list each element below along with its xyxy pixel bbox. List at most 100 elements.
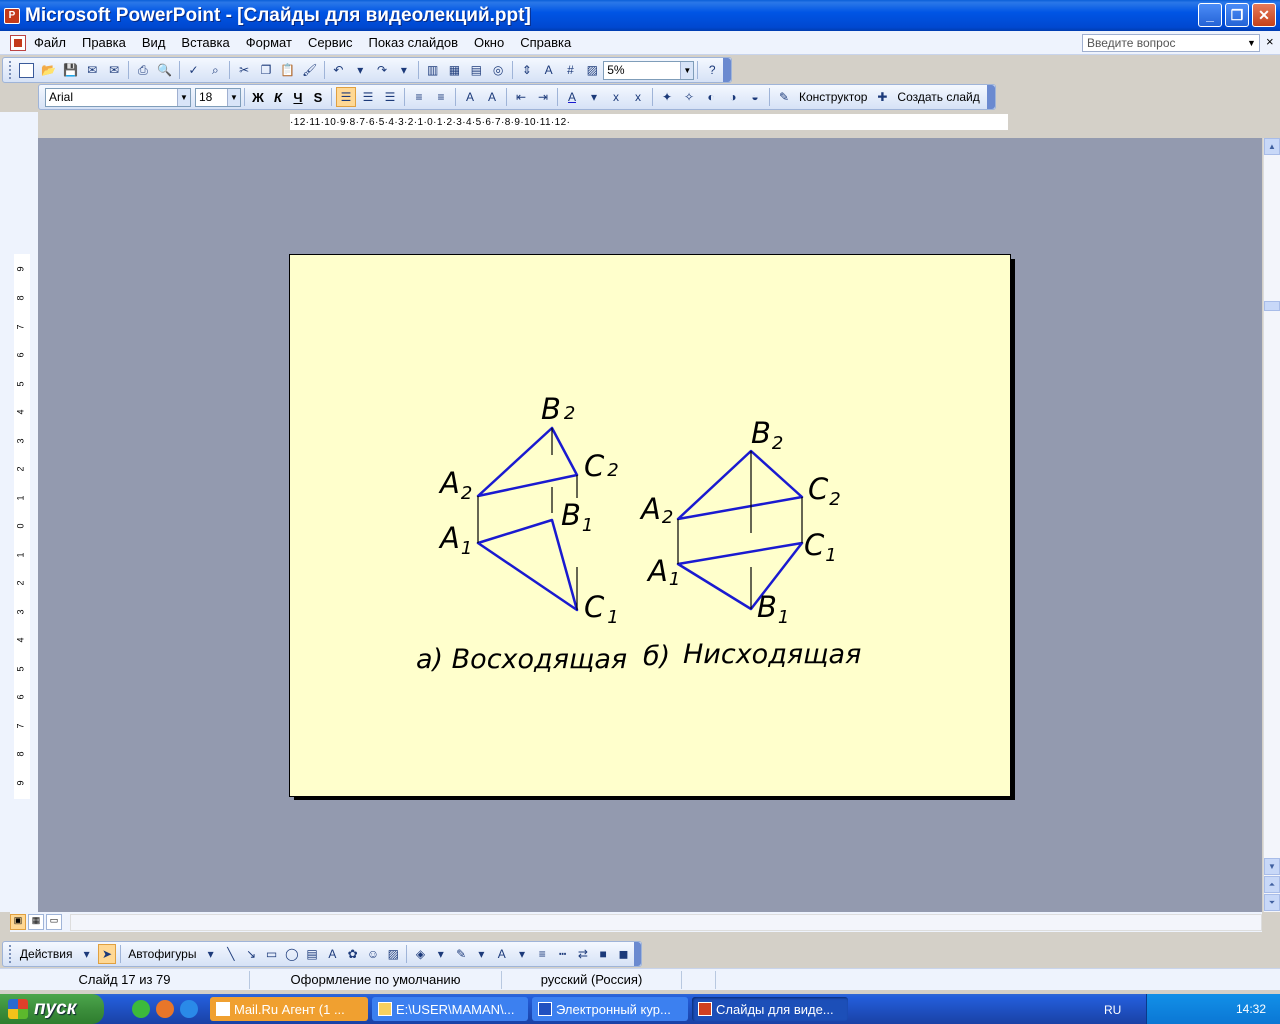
help-icon[interactable]: ? bbox=[702, 60, 722, 80]
paste-icon[interactable]: 📋 bbox=[278, 60, 298, 80]
shadow-button[interactable]: S bbox=[308, 90, 328, 105]
task-mailru[interactable]: Mail.Ru Агент (1 ... bbox=[210, 997, 368, 1021]
document-icon[interactable] bbox=[10, 34, 26, 51]
print-icon[interactable]: ⎙ bbox=[133, 60, 153, 80]
diagram-icon[interactable]: ✿ bbox=[344, 944, 362, 964]
open-icon[interactable]: 📂 bbox=[39, 60, 59, 80]
expand-all-icon[interactable]: ⇕ bbox=[517, 60, 537, 80]
zoom-dropdown-icon[interactable]: ▼ bbox=[680, 61, 694, 79]
help-dropdown-icon[interactable]: ▼ bbox=[1247, 38, 1256, 48]
custom-animation-icon[interactable]: ✧ bbox=[679, 87, 699, 107]
italic-button[interactable]: К bbox=[268, 90, 288, 105]
tables-borders-icon[interactable]: ▤ bbox=[466, 60, 486, 80]
subscript-icon[interactable]: x bbox=[606, 87, 626, 107]
dash-style-icon[interactable]: ┅ bbox=[553, 944, 571, 964]
insert-table-icon[interactable]: ▦ bbox=[445, 60, 465, 80]
hyperlink-icon[interactable]: ◎ bbox=[488, 60, 508, 80]
textbox-icon[interactable]: ▤ bbox=[303, 944, 321, 964]
clipart-icon[interactable]: ☺ bbox=[364, 944, 382, 964]
vertical-ruler[interactable]: 9 8 7 6 5 4 3 2 1 0 1 2 3 4 5 6 7 8 9 bbox=[14, 254, 30, 799]
font-select[interactable]: Arial ▼ bbox=[45, 87, 191, 107]
menu-view[interactable]: Вид bbox=[142, 35, 174, 50]
increase-font-icon[interactable]: A bbox=[460, 87, 480, 107]
actions-menu[interactable]: Действия bbox=[20, 947, 73, 961]
task-explorer[interactable]: E:\USER\MAMAN\... bbox=[372, 997, 528, 1021]
maximize-button[interactable]: ❐ bbox=[1225, 3, 1249, 27]
font-color-dropdown-icon[interactable]: ▾ bbox=[584, 87, 604, 107]
spelling-icon[interactable]: ✓ bbox=[184, 60, 204, 80]
show-grid-icon[interactable]: # bbox=[561, 60, 581, 80]
save-icon[interactable]: 💾 bbox=[61, 60, 81, 80]
toolbar-options-icon[interactable] bbox=[723, 58, 732, 82]
record-icon[interactable]: ◒ bbox=[745, 87, 765, 107]
cut-icon[interactable]: ✂ bbox=[234, 60, 254, 80]
designer-icon[interactable]: ✎ bbox=[774, 87, 794, 107]
language-status[interactable]: русский (Россия) bbox=[502, 970, 682, 989]
scroll-up-icon[interactable]: ▲ bbox=[1264, 138, 1280, 155]
decrease-font-icon[interactable]: A bbox=[482, 87, 502, 107]
fill-color-dropdown-icon[interactable]: ▾ bbox=[432, 944, 450, 964]
align-right-icon[interactable]: ☰ bbox=[380, 87, 400, 107]
vertical-scrollbar[interactable]: ▲ ▼ ⏶ ⏷ bbox=[1263, 138, 1280, 912]
line-color-icon[interactable]: ✎ bbox=[452, 944, 470, 964]
rectangle-icon[interactable]: ▭ bbox=[262, 944, 280, 964]
new-slide-button[interactable]: Создать слайд bbox=[897, 90, 979, 104]
research-icon[interactable]: ⌕ bbox=[205, 60, 225, 80]
toolbar-grip[interactable] bbox=[9, 61, 12, 79]
picture-icon[interactable]: ▨ bbox=[384, 944, 402, 964]
start-button[interactable]: пуск bbox=[0, 994, 104, 1024]
slideshow-view-icon[interactable]: ▭ bbox=[46, 914, 62, 930]
icq-icon[interactable] bbox=[132, 1000, 150, 1018]
select-pointer-icon[interactable]: ➤ bbox=[97, 944, 117, 964]
menu-tools[interactable]: Сервис bbox=[308, 35, 361, 50]
numbering-icon[interactable]: ≡ bbox=[409, 87, 429, 107]
undo-dropdown-icon[interactable]: ▾ bbox=[350, 60, 370, 80]
copy-icon[interactable]: ❐ bbox=[256, 60, 276, 80]
redo-dropdown-icon[interactable]: ▾ bbox=[394, 60, 414, 80]
print-preview-icon[interactable]: 🔍 bbox=[155, 60, 175, 80]
previous-slide-icon[interactable]: ⏶ bbox=[1264, 876, 1280, 893]
undo-icon[interactable]: ↶ bbox=[328, 60, 348, 80]
color-grayscale-icon[interactable]: ▨ bbox=[582, 60, 602, 80]
task-word[interactable]: Электронный кур... bbox=[532, 997, 688, 1021]
slide-sorter-icon[interactable]: ▦ bbox=[28, 914, 44, 930]
design-template[interactable]: Оформление по умолчанию bbox=[250, 970, 502, 989]
drawing-font-color-icon[interactable]: A bbox=[493, 944, 511, 964]
menu-help[interactable]: Справка bbox=[520, 35, 579, 50]
clock[interactable]: 14:32 bbox=[1236, 1002, 1266, 1016]
bullets-icon[interactable]: ≡ bbox=[431, 87, 451, 107]
menu-insert[interactable]: Вставка bbox=[181, 35, 237, 50]
arrow-style-icon[interactable]: ⇄ bbox=[574, 944, 592, 964]
font-dropdown-icon[interactable]: ▼ bbox=[177, 88, 190, 106]
firefox-icon[interactable] bbox=[156, 1000, 174, 1018]
font-size-select[interactable]: 18 ▼ bbox=[195, 87, 241, 107]
close-button[interactable]: ✕ bbox=[1252, 3, 1276, 27]
drawing-font-color-dropdown-icon[interactable]: ▾ bbox=[513, 944, 531, 964]
fill-color-icon[interactable]: ◈ bbox=[411, 944, 429, 964]
actions-dropdown-icon[interactable]: ▾ bbox=[78, 944, 96, 964]
email-icon[interactable]: ✉ bbox=[104, 60, 124, 80]
3d-style-icon[interactable]: ◼ bbox=[614, 944, 632, 964]
increase-indent-icon[interactable]: ⇥ bbox=[533, 87, 553, 107]
next-slide-icon[interactable]: ⏷ bbox=[1264, 894, 1280, 911]
insert-chart-icon[interactable]: ▥ bbox=[423, 60, 443, 80]
font-size-dropdown-icon[interactable]: ▼ bbox=[227, 88, 240, 106]
slide-transition-icon[interactable]: ◑ bbox=[723, 87, 743, 107]
menu-edit[interactable]: Правка bbox=[82, 35, 134, 50]
format-painter-icon[interactable]: 🖌 bbox=[300, 60, 320, 80]
oval-icon[interactable]: ◯ bbox=[283, 944, 301, 964]
menu-format[interactable]: Формат bbox=[246, 35, 300, 50]
horizontal-ruler[interactable]: ·12·11·10·9·8·7·6·5·4·3·2·1·0·1·2·3·4·5·… bbox=[290, 114, 1008, 130]
permission-icon[interactable]: ✉ bbox=[82, 60, 102, 80]
decrease-indent-icon[interactable]: ⇤ bbox=[511, 87, 531, 107]
font-color-icon[interactable]: A bbox=[562, 87, 582, 107]
autoshapes-dropdown-icon[interactable]: ▾ bbox=[201, 944, 219, 964]
menu-file[interactable]: Файл bbox=[34, 35, 74, 50]
menu-slideshow[interactable]: Показ слайдов bbox=[368, 35, 466, 50]
bold-button[interactable]: Ж bbox=[248, 90, 268, 105]
formatting-options-icon[interactable] bbox=[987, 85, 995, 109]
powerpoint-app-icon[interactable]: P bbox=[4, 7, 20, 24]
help-search-input[interactable]: Введите вопрос bbox=[1082, 34, 1260, 52]
zoom-select[interactable]: 5% ▼ bbox=[603, 60, 695, 80]
language-indicator[interactable]: RU bbox=[1104, 1003, 1121, 1017]
